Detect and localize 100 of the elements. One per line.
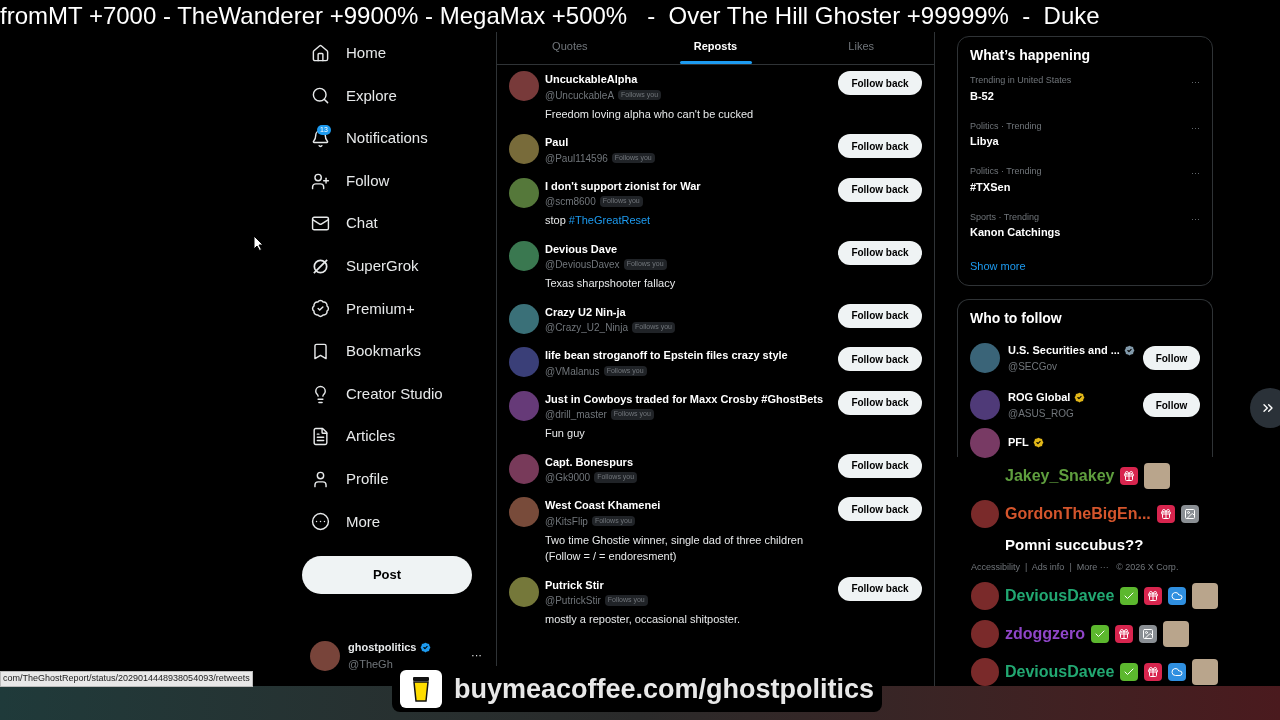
nav-item[interactable]: More bbox=[302, 500, 496, 544]
follow-back-button[interactable]: Follow back bbox=[838, 497, 922, 521]
nav-label: SuperGrok bbox=[346, 256, 419, 276]
show-more-link[interactable]: Show more bbox=[970, 258, 1200, 275]
user-bio: Fun guy bbox=[545, 426, 586, 441]
user-handle: @scm8600 bbox=[545, 195, 596, 209]
follow-back-button[interactable]: Follow back bbox=[838, 240, 922, 265]
follow-back-button[interactable]: Follow back bbox=[838, 177, 922, 202]
trend-context: Politics · Trending bbox=[970, 165, 1042, 178]
trend-more-button[interactable]: ··· bbox=[1191, 121, 1200, 135]
trend-context: Trending in United States bbox=[970, 74, 1072, 87]
follow-back-button[interactable]: Follow back bbox=[838, 134, 922, 158]
user-icon bbox=[311, 469, 330, 489]
follow-back-button[interactable]: Follow back bbox=[838, 347, 922, 371]
coffee-cup-icon bbox=[400, 670, 442, 708]
nav-label: More bbox=[346, 511, 381, 532]
nav-label: Articles bbox=[346, 426, 396, 447]
account-handle: @TheGh bbox=[348, 656, 394, 672]
trend-topic[interactable]: B-52 bbox=[970, 87, 1072, 104]
nav-label: Chat bbox=[346, 213, 378, 234]
mouse-cursor-icon bbox=[253, 235, 264, 251]
follow-back-button[interactable]: Follow back bbox=[838, 71, 922, 95]
trend-more-button[interactable]: ··· bbox=[1191, 212, 1200, 226]
chat-username: DeviousDavee bbox=[1005, 661, 1115, 682]
follow-back-button[interactable]: Follow back bbox=[838, 453, 922, 478]
tab[interactable]: Likes bbox=[788, 32, 934, 64]
nav-item[interactable]: Creator Studio bbox=[302, 372, 496, 416]
user-bio: Freedom loving alpha who can't be cucked bbox=[545, 106, 755, 122]
tab[interactable]: Reposts bbox=[642, 32, 789, 64]
user-name: Devious Dave bbox=[545, 241, 619, 257]
nav-item[interactable]: Premium+ bbox=[302, 287, 496, 331]
user-name: Just in Cowboys traded for Maxx Crosby #GhostBets bbox=[545, 391, 825, 407]
nav-item[interactable]: Profile bbox=[302, 457, 496, 501]
nav-item[interactable]: Chat bbox=[302, 202, 496, 245]
trend-more-button[interactable]: ··· bbox=[1191, 167, 1200, 181]
nav-label: Notifications bbox=[346, 128, 428, 149]
user-name: UncuckableAlpha bbox=[545, 72, 639, 87]
user-handle: @SECGov bbox=[1008, 359, 1059, 374]
follow-back-button[interactable]: Follow back bbox=[838, 390, 922, 415]
chat-username: zdoggzero bbox=[1005, 623, 1085, 644]
follow-button[interactable]: Follow bbox=[1143, 346, 1200, 370]
nav-item[interactable]: Home bbox=[302, 32, 496, 75]
follow-back-button[interactable]: Follow back bbox=[838, 303, 922, 328]
nav-item[interactable]: Explore bbox=[302, 74, 496, 118]
envelope-icon bbox=[311, 214, 330, 234]
avatar bbox=[509, 71, 539, 101]
nav-label: Creator Studio bbox=[346, 383, 443, 404]
chat-username: DeviousDavee bbox=[1005, 585, 1115, 606]
avatar bbox=[509, 390, 539, 421]
expand-button[interactable] bbox=[1250, 388, 1280, 428]
trend-topic[interactable]: Kanon Catchings bbox=[970, 224, 1061, 241]
user-name: Paul bbox=[545, 135, 570, 150]
trend-context: Sports · Trending bbox=[970, 210, 1041, 224]
user-name: life bean stroganoff to Epstein files crazy style bbox=[545, 348, 789, 363]
tab[interactable]: Quotes bbox=[497, 32, 643, 64]
user-handle: @VMalanus bbox=[545, 364, 600, 379]
avatar bbox=[509, 453, 539, 484]
user-name: Putrick Stir bbox=[545, 577, 605, 593]
more-icon bbox=[311, 512, 330, 532]
nav-item[interactable]: SuperGrok bbox=[302, 244, 496, 288]
nav-item[interactable]: Bookmarks bbox=[302, 330, 496, 373]
search-icon bbox=[311, 86, 330, 106]
avatar bbox=[509, 240, 539, 271]
user-name: Capt. Bonespurs bbox=[545, 454, 634, 470]
user-name: U.S. Securities and ... bbox=[1008, 343, 1120, 359]
trend-topic[interactable]: Libya bbox=[970, 133, 1042, 150]
follow-button[interactable]: Follow bbox=[1143, 393, 1200, 417]
account-menu-button[interactable]: ··· bbox=[471, 647, 482, 664]
banner-text: buymeacoffee.com/ghostpolitics bbox=[454, 672, 875, 706]
nav-item[interactable]: Articles bbox=[302, 415, 496, 458]
avatar bbox=[509, 576, 539, 607]
nav-label: Follow bbox=[346, 170, 390, 191]
avatar bbox=[509, 497, 539, 527]
nav-item[interactable]: Follow bbox=[302, 159, 496, 203]
avatar bbox=[509, 134, 539, 164]
user-name: Crazy U2 Nin-ja bbox=[545, 304, 627, 320]
badge-check-icon bbox=[311, 299, 330, 319]
trend-more-button[interactable]: ··· bbox=[1191, 76, 1200, 90]
chat-username: GordonTheBigEn... bbox=[1005, 503, 1151, 524]
avatar bbox=[509, 347, 539, 377]
user-bio: Two time Ghostie winner, single dad of three children (Follow = / = endoresment) bbox=[545, 532, 805, 564]
user-handle: @UncuckableA bbox=[545, 88, 615, 103]
nav-label: Home bbox=[346, 43, 386, 64]
footer-links: Accessibility | Ads info | More ··· © 2026 X Corp. bbox=[971, 560, 1179, 574]
user-bio: stop #TheGreatReset bbox=[545, 213, 652, 228]
bookmark-icon bbox=[311, 341, 330, 361]
user-name: PFL bbox=[1008, 435, 1029, 451]
trend-topic[interactable]: #TXSen bbox=[970, 178, 1042, 195]
follow-back-button[interactable]: Follow back bbox=[838, 576, 922, 601]
nav-label: Profile bbox=[346, 469, 389, 489]
avatar bbox=[310, 640, 340, 671]
bell-icon bbox=[311, 129, 330, 148]
status-url-tooltip: com/TheGhostReport/status/2029014448938054093/retweets bbox=[0, 671, 253, 687]
add-user-icon bbox=[311, 171, 330, 191]
hashtag-link[interactable]: #TheGreatReset bbox=[568, 214, 651, 226]
document-icon bbox=[311, 427, 330, 447]
post-button[interactable]: Post bbox=[302, 556, 472, 595]
avatar bbox=[509, 177, 539, 208]
user-name: ROG Global bbox=[1008, 390, 1071, 406]
card-title: Who to follow bbox=[970, 308, 1063, 328]
